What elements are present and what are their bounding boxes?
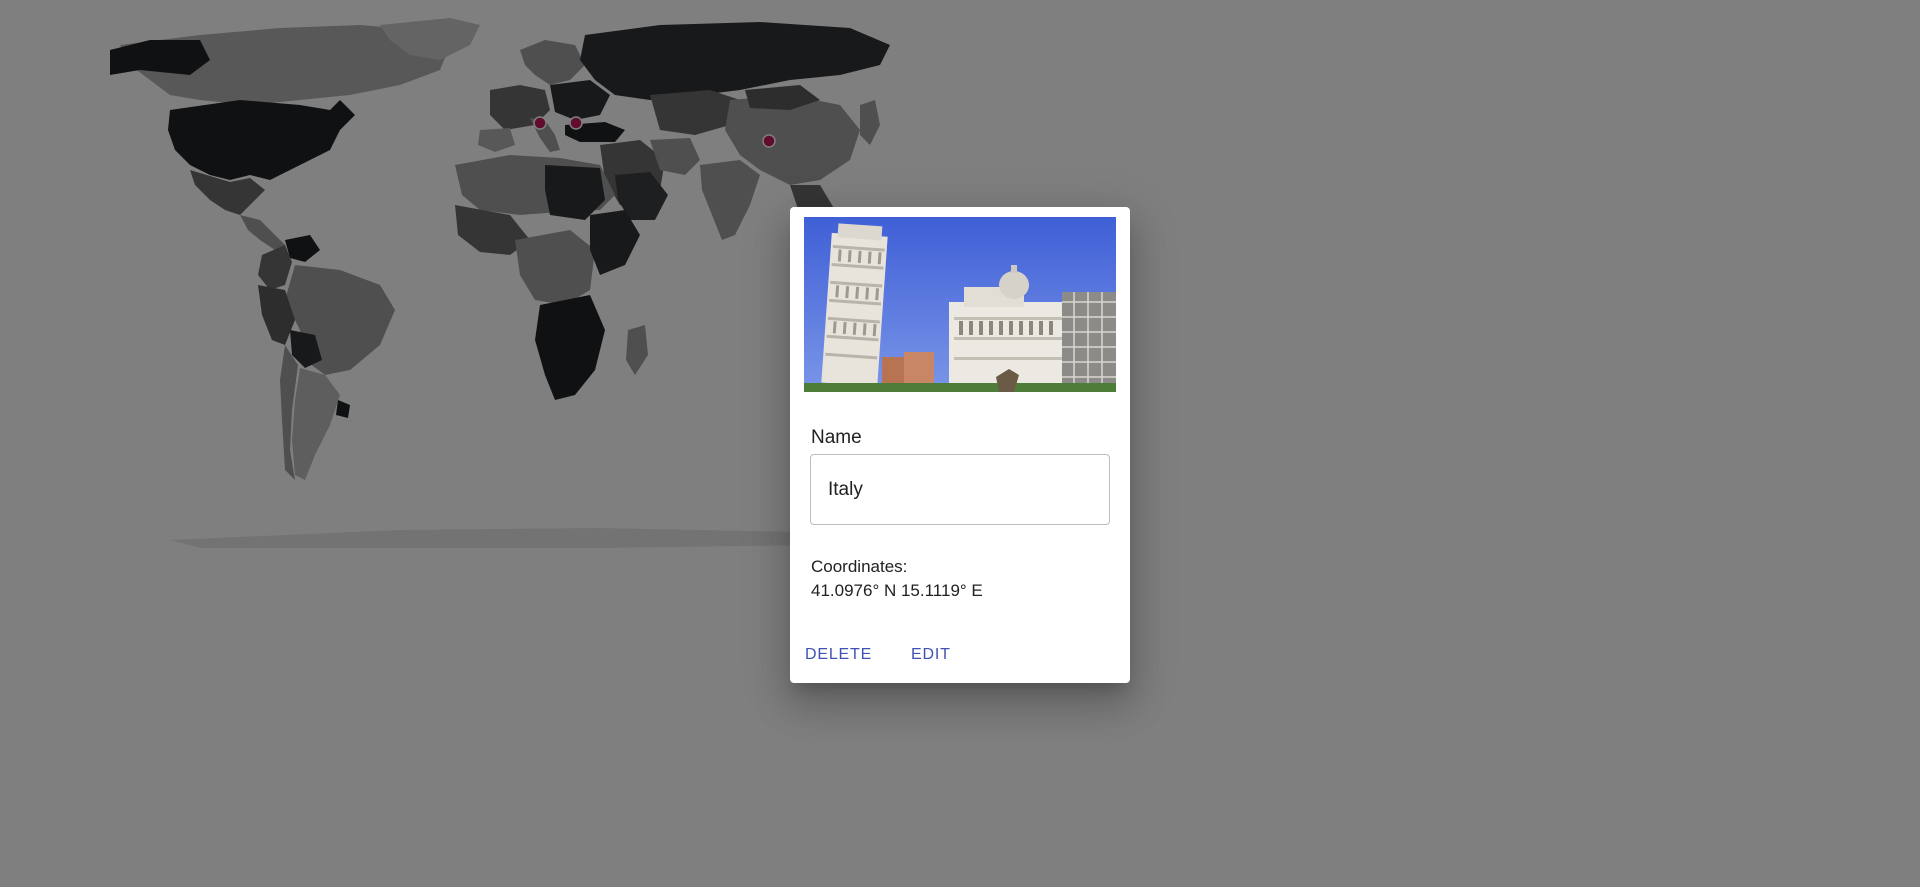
coordinates-label: Coordinates: (811, 557, 908, 576)
name-field[interactable] (810, 454, 1110, 525)
leaning-tower-of-pisa-photo (804, 217, 1116, 392)
location-dialog: Name Coordinates: 41.0976° N 15.1119° E … (790, 207, 1130, 683)
delete-button[interactable]: Delete (801, 637, 876, 673)
location-photo (804, 217, 1116, 392)
coordinates-value: 41.0976° N 15.1119° E (811, 581, 983, 600)
name-label: Name (811, 427, 862, 448)
edit-button[interactable]: Edit (907, 637, 955, 673)
